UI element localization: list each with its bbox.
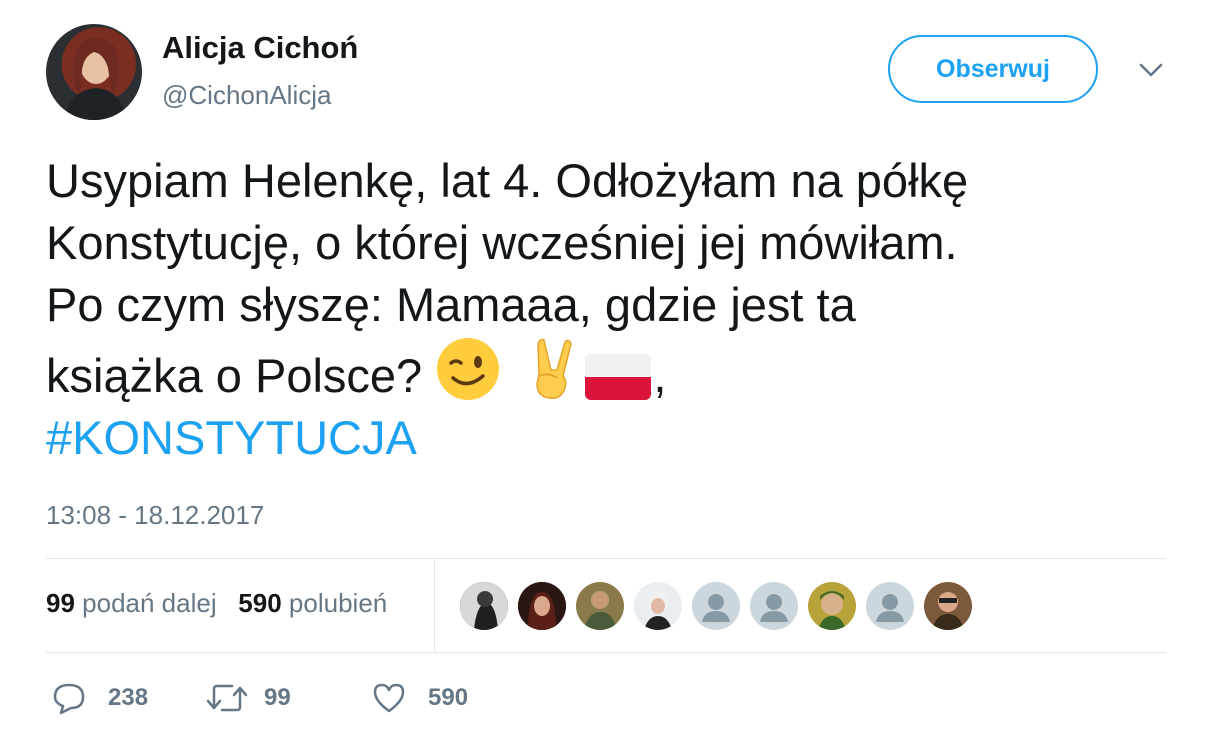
reply-count: 238 (108, 684, 149, 711)
tweet-line: Po czym słyszę: Mamaaa, gdzie jest ta (46, 278, 856, 331)
likes-stat[interactable]: 590 polubień (238, 588, 387, 618)
like-count: 590 (428, 684, 469, 711)
avatar[interactable] (46, 24, 142, 120)
heart-icon (373, 683, 405, 713)
reply-icon (53, 683, 85, 715)
liker-avatar[interactable] (576, 582, 624, 630)
liker-avatar[interactable] (460, 582, 508, 630)
liker-avatar[interactable] (518, 582, 566, 630)
retweets-count: 99 (46, 588, 75, 618)
default-profile-icon (876, 594, 904, 622)
follow-button[interactable]: Obserwuj (888, 35, 1098, 103)
divider (46, 558, 1166, 559)
liker-avatar[interactable] (634, 582, 682, 630)
avatar-photo (64, 37, 126, 120)
liker-photo (634, 582, 682, 630)
retweets-label: podań dalej (82, 588, 217, 618)
winking-face-emoji-icon (437, 338, 500, 400)
hashtag-link[interactable]: #KONSTYTUCJA (46, 411, 417, 464)
engagement-stats: 99 podań dalej 590 polubień (46, 588, 387, 619)
retweet-icon (206, 684, 248, 712)
liker-photo (576, 582, 624, 630)
tweet-line-with-emoji: książka o Polsce? , (46, 336, 1186, 407)
default-avatar-icon[interactable] (750, 582, 798, 630)
tweet-line: Konstytucję, o której wcześniej jej mówi… (46, 216, 958, 269)
likes-count: 590 (238, 588, 282, 618)
author-name[interactable]: Alicja Cichoń (162, 30, 358, 66)
liker-photo (924, 582, 972, 630)
divider (46, 652, 1166, 653)
liker-photo (518, 582, 566, 630)
tweet-text: Usypiam Helenkę, lat 4. Odłożyłam na pół… (46, 150, 1186, 469)
liker-photo (460, 582, 508, 630)
liker-photo (808, 582, 856, 630)
liker-avatar[interactable] (924, 582, 972, 630)
tweet-trailing-text: , (653, 349, 667, 402)
reply-button[interactable]: 238 (52, 680, 148, 716)
poland-flag-emoji-icon (585, 354, 652, 400)
default-profile-icon (760, 594, 788, 622)
like-button[interactable]: 590 (372, 680, 468, 716)
victory-hand-emoji-icon (536, 338, 573, 400)
tweet-line: książka o Polsce? (46, 349, 423, 402)
tweet-line: Usypiam Helenkę, lat 4. Odłożyłam na pół… (46, 154, 969, 207)
retweets-stat[interactable]: 99 podań dalej (46, 588, 217, 618)
author-handle[interactable]: @CichonAlicja (162, 80, 331, 111)
retweet-button[interactable]: 99 (206, 680, 291, 716)
default-avatar-icon[interactable] (692, 582, 740, 630)
hashtag-line: #KONSTYTUCJA (46, 407, 1186, 469)
default-avatar-icon[interactable] (866, 582, 914, 630)
retweet-count: 99 (264, 684, 291, 711)
likes-label: polubień (288, 588, 388, 618)
default-profile-icon (702, 594, 730, 622)
liker-avatar[interactable] (808, 582, 856, 630)
stats-divider (434, 560, 435, 653)
tweet-timestamp[interactable]: 13:08 - 18.12.2017 (46, 500, 264, 531)
chevron-down-icon[interactable] (1135, 58, 1167, 82)
